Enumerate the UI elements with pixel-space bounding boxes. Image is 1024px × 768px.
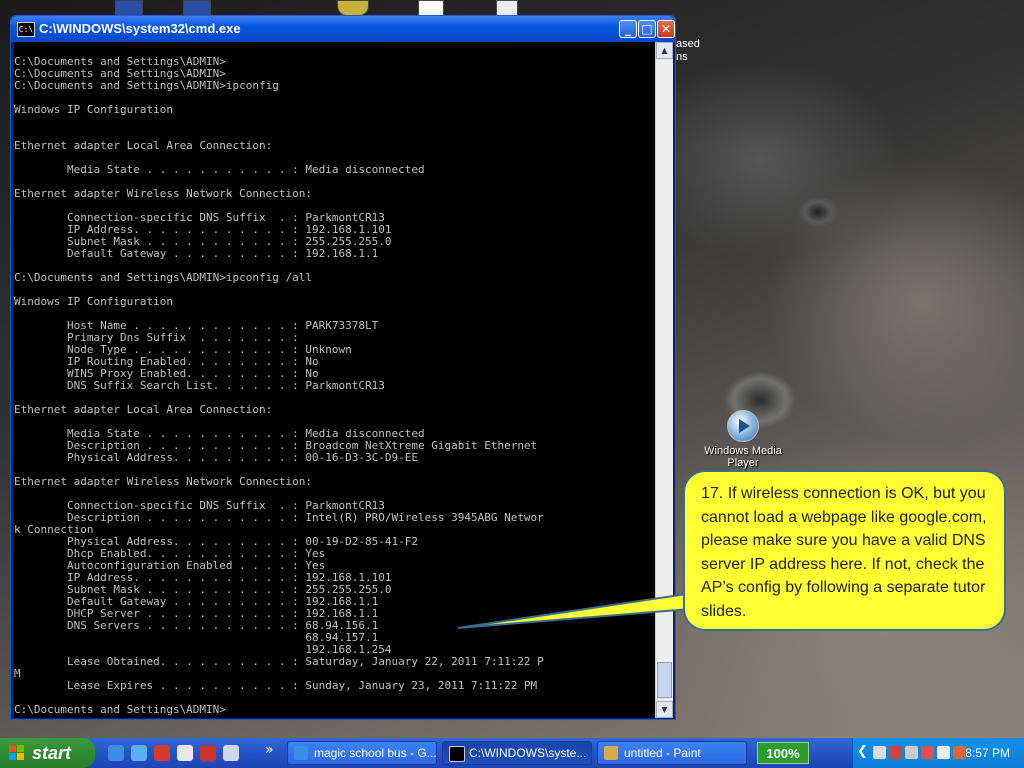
console-line: C:\Documents and Settings\ADMIN> xyxy=(14,703,226,716)
wireless-icon[interactable] xyxy=(937,746,950,759)
window-title: C:\WINDOWS\system32\cmd.exe xyxy=(39,21,241,36)
taskbar-item-paint[interactable]: untitled - Paint xyxy=(597,741,747,765)
task-label: untitled - Paint xyxy=(624,746,701,760)
console-line: Ethernet adapter Local Area Connection: xyxy=(14,139,273,152)
shield-icon[interactable] xyxy=(921,746,934,759)
desktop-icon-fragment[interactable] xyxy=(418,0,444,16)
desktop-icon-label-partial: ased xyxy=(676,38,700,50)
system-tray: ❮ 8:57 PM xyxy=(852,738,1024,768)
maximize-button[interactable]: □ xyxy=(638,20,656,38)
taskbar-item-cmd[interactable]: C:\WINDOWS\syste... xyxy=(442,741,592,765)
console-line: Ethernet adapter Wireless Network Connec… xyxy=(14,475,313,488)
desktop-icon-fragment[interactable] xyxy=(183,0,211,16)
shortcut-label: Windows Media Player xyxy=(704,445,782,469)
console-line: C:\Documents and Settings\ADMIN>ipconfig xyxy=(14,79,279,92)
paint-icon xyxy=(604,746,618,760)
zoom-indicator[interactable]: 100% xyxy=(757,742,809,764)
security-icon[interactable] xyxy=(889,746,902,759)
minimize-button[interactable]: _ xyxy=(619,20,637,38)
battery-icon[interactable] xyxy=(905,746,918,759)
console-output[interactable]: C:\Documents and Settings\ADMIN> C:\Docum… xyxy=(14,42,655,718)
console-line: Description . . . . . . . . . . . : Inte… xyxy=(14,511,544,524)
quicklaunch-more-icon[interactable]: » xyxy=(265,742,274,758)
console-line: Lease Obtained. . . . . . . . . . : Satu… xyxy=(14,655,544,668)
scrollbar-thumb[interactable] xyxy=(657,662,672,698)
console-line: Windows IP Configuration xyxy=(14,295,173,308)
task-label: magic school bus - G... xyxy=(314,746,437,760)
desktop-icon-fragment[interactable] xyxy=(496,0,518,16)
network-icon[interactable] xyxy=(873,746,886,759)
console-line: Media State . . . . . . . . . . . : Medi… xyxy=(14,163,425,176)
cmd-icon[interactable]: C:\ xyxy=(17,22,35,37)
scroll-down-arrow-icon[interactable]: ▼ xyxy=(656,701,673,718)
ie-icon xyxy=(294,746,308,760)
antivirus-icon[interactable] xyxy=(953,746,966,759)
tray-expand-icon[interactable]: ❮ xyxy=(857,744,868,759)
settings-icon[interactable] xyxy=(223,745,239,761)
windows-logo-icon xyxy=(9,745,25,761)
pdf-icon[interactable] xyxy=(200,745,216,761)
console-line: Ethernet adapter Wireless Network Connec… xyxy=(14,187,313,200)
media-icon[interactable] xyxy=(154,745,170,761)
console-line: Default Gateway . . . . . . . . . : 192.… xyxy=(14,247,379,260)
console-line: Ethernet adapter Local Area Connection: xyxy=(14,403,273,416)
console-line: Physical Address. . . . . . . . . : 00-1… xyxy=(14,451,418,464)
annotation-callout: 17. If wireless connection is OK, but yo… xyxy=(683,470,1006,631)
cmd-icon xyxy=(449,746,465,762)
ie-icon[interactable] xyxy=(108,745,124,761)
task-label: C:\WINDOWS\syste... xyxy=(469,746,587,760)
document-icon[interactable] xyxy=(177,745,193,761)
desktop-icon-fragment[interactable] xyxy=(115,0,143,16)
taskbar-item-browser[interactable]: magic school bus - G... xyxy=(287,741,437,765)
console-line: Lease Expires . . . . . . . . . . : Sund… xyxy=(14,679,538,692)
console-line: C:\Documents and Settings\ADMIN>ipconfig… xyxy=(14,271,313,284)
window-titlebar[interactable]: C:\ C:\WINDOWS\system32\cmd.exe _ □ ✕ xyxy=(11,16,675,42)
taskbar: start » magic school bus - G... C:\WINDO… xyxy=(0,738,1024,768)
start-label: start xyxy=(32,743,72,763)
vertical-scrollbar[interactable]: ▲ ▼ xyxy=(655,42,673,718)
desktop-icon-fragment[interactable] xyxy=(337,0,369,16)
console-line: Windows IP Configuration xyxy=(14,103,173,116)
clock[interactable]: 8:57 PM xyxy=(965,738,1010,768)
outlook-icon[interactable] xyxy=(131,745,147,761)
start-button[interactable]: start xyxy=(0,738,95,768)
desktop-icon-label-partial: ns xyxy=(676,51,688,63)
close-button[interactable]: ✕ xyxy=(657,20,675,38)
console-line: DNS Suffix Search List. . . . . . : Park… xyxy=(14,379,385,392)
scroll-up-arrow-icon[interactable]: ▲ xyxy=(656,42,673,59)
cmd-window[interactable]: C:\ C:\WINDOWS\system32\cmd.exe _ □ ✕ C:… xyxy=(10,15,676,720)
windows-media-player-shortcut[interactable]: Windows Media Player xyxy=(703,410,783,469)
media-player-icon xyxy=(727,410,759,442)
